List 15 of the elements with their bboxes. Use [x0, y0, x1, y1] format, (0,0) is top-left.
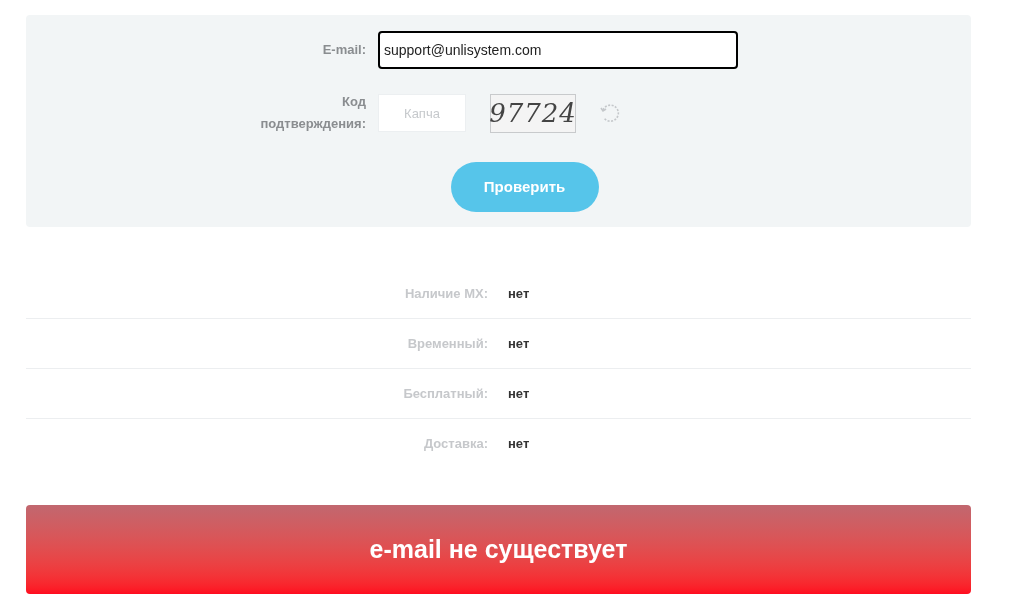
captcha-field[interactable]: Капча	[378, 94, 466, 132]
email-field[interactable]: support@unlisystem.com	[378, 31, 738, 69]
result-label: Доставка:	[422, 435, 488, 454]
field-label: E-mail:	[321, 41, 366, 60]
result-value: нет	[508, 435, 530, 454]
result-label: Временный:	[406, 334, 488, 353]
verdict-text: e-mail не существует	[369, 533, 628, 565]
result-label: Бесплатный:	[402, 384, 488, 403]
result-label: Наличие MX:	[403, 284, 488, 303]
result-value: нет	[508, 284, 530, 303]
captcha-image: 97724	[490, 93, 576, 133]
result-value: нет	[508, 334, 530, 353]
field-label: Код подтверждения:	[259, 93, 366, 133]
result-value: нет	[508, 384, 530, 403]
refresh-icon[interactable]	[599, 102, 621, 124]
